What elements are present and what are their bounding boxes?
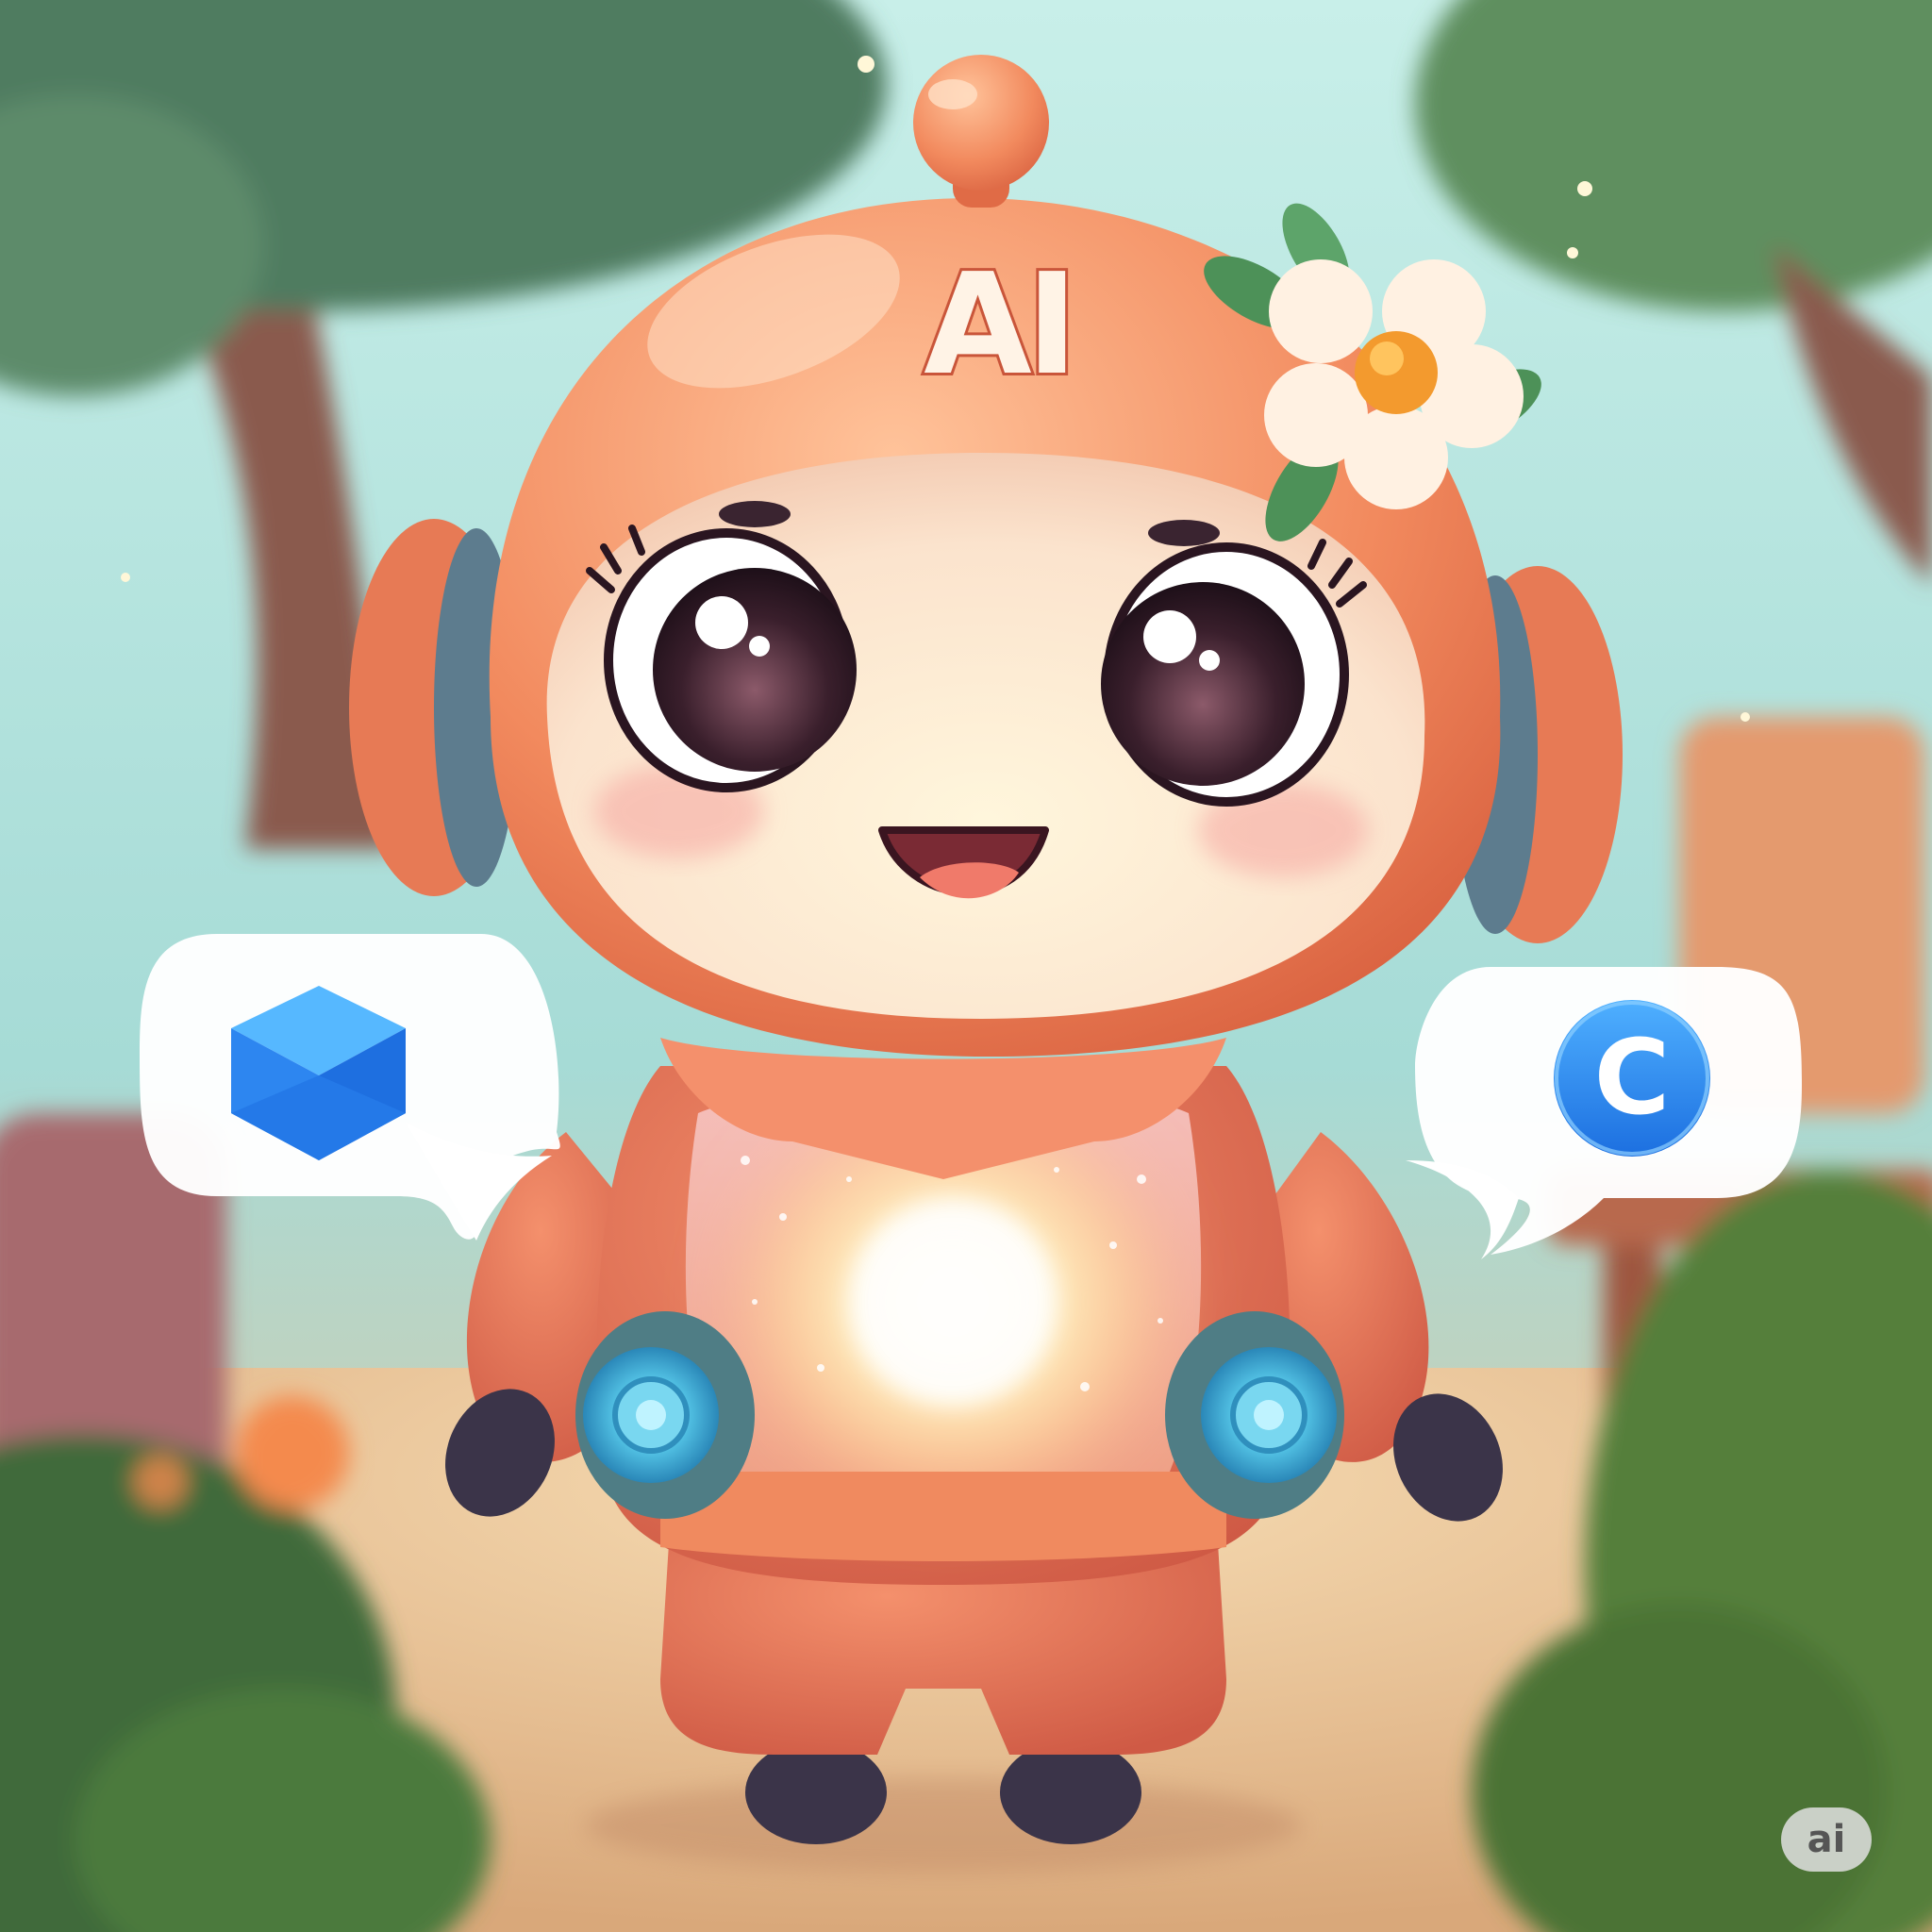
left-hip-knob: [575, 1311, 755, 1519]
c-icon-glyph: C: [1594, 1017, 1671, 1138]
ai-watermark-badge: ai: [1781, 1807, 1872, 1872]
right-hip-knob: [1165, 1311, 1344, 1519]
helmet-ai-label: AI: [924, 243, 1073, 406]
antenna-ball: [913, 55, 1049, 191]
c-circle-icon: C: [1554, 1000, 1710, 1157]
flower-bloom: [236, 1396, 349, 1509]
left-foot: [745, 1740, 887, 1844]
speech-bubble-left: [140, 934, 560, 1241]
belt: [660, 1472, 1226, 1561]
right-foot: [1000, 1740, 1141, 1844]
scene: AI C: [0, 0, 1932, 1932]
